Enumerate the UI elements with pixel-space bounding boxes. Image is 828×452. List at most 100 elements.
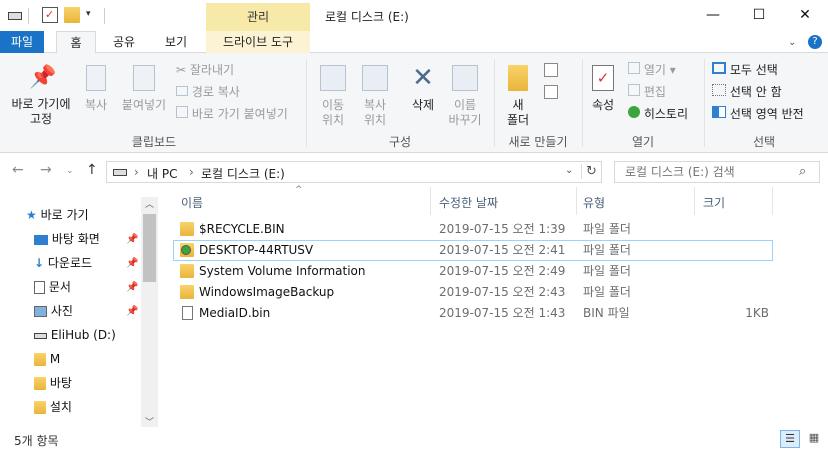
file-row[interactable]: DESKTOP-44RTUSV 2019-07-15 오전 2:41 파일 폴더 <box>173 240 773 261</box>
history-button[interactable]: 히스토리 <box>628 106 688 122</box>
column-header-size[interactable]: 크기 <box>703 192 725 214</box>
select-all-button[interactable]: 모두 선택 <box>712 62 778 78</box>
copy-icon <box>86 65 106 91</box>
scrollbar-thumb[interactable] <box>143 214 156 282</box>
nav-item-downloads[interactable]: ↓ 다운로드 <box>34 252 92 274</box>
delete-button[interactable]: ✕ 삭제 <box>402 65 444 113</box>
copy-to-button[interactable]: 복사 위치 <box>354 65 396 128</box>
close-button[interactable]: ✕ <box>782 0 828 30</box>
move-to-button[interactable]: 이동 위치 <box>312 65 354 128</box>
file-row[interactable]: MediaID.bin 2019-07-15 오전 1:43 BIN 파일 1K… <box>173 303 773 324</box>
nav-item-quick-access[interactable]: ★ 바로 가기 <box>26 204 89 226</box>
paste-button[interactable]: 붙여넣기 <box>118 65 170 113</box>
properties-button[interactable]: ✓ 속성 <box>586 65 620 113</box>
minimize-button[interactable]: — <box>690 0 736 30</box>
pin-icon: 📌 <box>29 65 57 90</box>
title-bar: ✓ ▾ 관리 로컬 디스크 (E:) — ☐ ✕ <box>0 0 828 31</box>
shortcut-icon <box>176 106 188 118</box>
nav-item-documents[interactable]: 문서 <box>34 276 71 298</box>
star-icon: ★ <box>26 208 37 222</box>
breadcrumb-this-pc[interactable]: 내 PC <box>147 165 177 182</box>
history-icon <box>628 106 640 118</box>
new-folder-quick-icon[interactable] <box>64 7 80 23</box>
properties-check-icon: ✓ <box>592 65 614 91</box>
pinned-icon: 📌 <box>126 258 139 269</box>
group-label-clipboard: 클립보드 <box>131 135 177 149</box>
properties-quick-icon[interactable]: ✓ <box>42 7 58 23</box>
file-row[interactable]: WindowsImageBackup 2019-07-15 오전 2:43 파일… <box>173 282 773 303</box>
delete-x-icon: ✕ <box>412 63 434 93</box>
copy-path-button[interactable]: 경로 복사 <box>176 84 240 100</box>
paste-shortcut-button[interactable]: 바로 가기 붙여넣기 <box>176 106 288 122</box>
file-list: ^ 이름 수정한 날짜 유형 크기 $RECYCLE.BIN 2019-07-1… <box>173 185 828 427</box>
nav-item-folder-install[interactable]: 설치 <box>34 396 72 418</box>
nav-scrollbar[interactable]: ︿ ﹀ <box>141 197 158 428</box>
copy-button[interactable]: 복사 <box>78 65 114 113</box>
folder-icon <box>180 285 194 299</box>
up-arrow-icon[interactable]: ↑ <box>86 162 98 178</box>
back-arrow-icon[interactable]: ← <box>12 162 24 178</box>
edit-button[interactable]: 편집 <box>628 84 666 100</box>
large-icons-view-icon[interactable]: ▦ <box>804 430 824 448</box>
pin-quick-access-button[interactable]: 📌 바로 가기에 고정 <box>4 65 78 127</box>
easy-access-icon[interactable] <box>544 85 558 99</box>
scroll-up-icon[interactable]: ︿ <box>141 197 158 211</box>
tab-share[interactable]: 공유 <box>104 31 144 53</box>
quick-access-dropdown-icon[interactable]: ▾ <box>86 9 91 19</box>
folder-icon <box>34 353 46 366</box>
open-button[interactable]: 열기 ▾ <box>628 62 676 78</box>
rename-icon <box>452 65 478 91</box>
folder-icon <box>34 401 46 414</box>
help-icon[interactable]: ? <box>808 35 822 49</box>
pictures-icon <box>34 306 47 317</box>
column-header-type[interactable]: 유형 <box>583 192 605 214</box>
tab-view[interactable]: 보기 <box>156 31 196 53</box>
drive-icon <box>113 169 127 176</box>
drive-icon <box>34 332 47 339</box>
recent-locations-icon[interactable]: ⌄ <box>66 166 74 176</box>
folder-icon <box>34 377 46 390</box>
pinned-icon: 📌 <box>126 234 139 245</box>
tab-drive-tools[interactable]: 드라이브 도구 <box>206 31 310 53</box>
nav-item-elihub-drive[interactable]: EliHub (D:) <box>34 324 116 346</box>
backup-folder-icon <box>180 243 194 257</box>
context-tab-manage[interactable]: 관리 <box>206 3 310 31</box>
tab-file[interactable]: 파일 <box>0 31 44 53</box>
refresh-icon[interactable]: ↻ <box>581 164 597 179</box>
ribbon-tabs: 파일 홈 공유 보기 드라이브 도구 ⌄ ? <box>0 31 828 54</box>
item-count: 5개 항목 <box>14 434 59 448</box>
rename-button[interactable]: 이름 바꾸기 <box>444 65 486 128</box>
details-view-icon[interactable]: ☰ <box>780 430 800 448</box>
nav-item-pictures[interactable]: 사진 <box>34 300 73 322</box>
file-row[interactable]: $RECYCLE.BIN 2019-07-15 오전 1:39 파일 폴더 <box>173 219 773 240</box>
ribbon-collapse-icon[interactable]: ⌄ <box>788 37 796 48</box>
folder-icon <box>180 264 194 278</box>
drive-icon <box>8 12 22 20</box>
navigation-pane: ★ 바로 가기 바탕 화면 📌 ↓ 다운로드 📌 문서 📌 사진 📌 EliHu… <box>0 187 158 428</box>
cut-button[interactable]: ✂ 잘라내기 <box>176 62 234 78</box>
column-header-date[interactable]: 수정한 날짜 <box>439 192 498 214</box>
scroll-down-icon[interactable]: ﹀ <box>141 415 158 428</box>
search-box[interactable]: ⌕ <box>614 161 820 183</box>
new-item-icon[interactable] <box>544 63 558 77</box>
address-dropdown-icon[interactable]: ⌄ <box>565 165 573 176</box>
paste-icon <box>133 65 155 91</box>
file-icon <box>182 306 193 320</box>
breadcrumb-local-disk[interactable]: 로컬 디스크 (E:) <box>201 165 285 182</box>
nav-item-folder-badang[interactable]: 바탕 <box>34 372 72 394</box>
pinned-icon: 📌 <box>126 306 139 317</box>
nav-item-folder-m[interactable]: M <box>34 348 60 370</box>
nav-item-desktop[interactable]: 바탕 화면 <box>34 228 100 250</box>
invert-selection-button[interactable]: 선택 영역 반전 <box>712 106 804 122</box>
maximize-button[interactable]: ☐ <box>736 0 782 30</box>
search-input[interactable] <box>615 162 795 182</box>
desktop-icon <box>34 234 48 245</box>
new-folder-button[interactable]: 새 폴더 <box>498 65 538 128</box>
address-bar[interactable]: › 내 PC › 로컬 디스크 (E:) ⌄ ↻ <box>106 161 602 183</box>
column-header-name[interactable]: 이름 <box>181 192 203 214</box>
new-folder-icon <box>508 65 528 91</box>
tab-home[interactable]: 홈 <box>56 31 96 54</box>
forward-arrow-icon[interactable]: → <box>40 162 52 178</box>
file-row[interactable]: System Volume Information 2019-07-15 오전 … <box>173 261 773 282</box>
select-none-button[interactable]: 선택 안 함 <box>712 84 782 100</box>
